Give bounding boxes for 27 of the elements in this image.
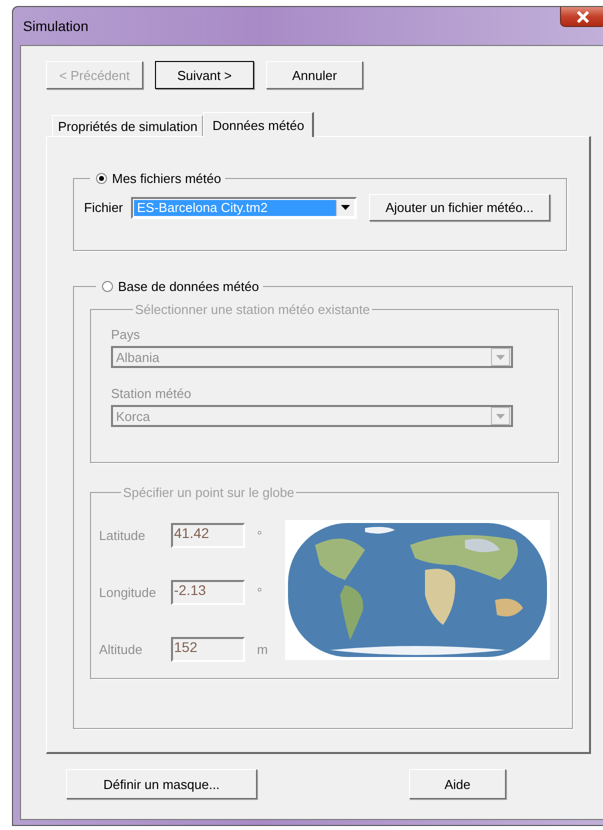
tab[interactable]: Propriétés de simulation bbox=[52, 115, 204, 136]
tab[interactable]: Données météo bbox=[203, 112, 314, 137]
unit-label: ° bbox=[257, 528, 264, 543]
radio-button[interactable] bbox=[96, 173, 107, 184]
unit-label: ° bbox=[257, 585, 264, 600]
field-label: Fichier bbox=[84, 200, 124, 215]
group-title: Sélectionner une station météo existante bbox=[134, 302, 371, 317]
close-button[interactable] bbox=[560, 7, 603, 27]
unit-label: m bbox=[257, 642, 269, 657]
radio-label: Base de données météo bbox=[118, 279, 259, 294]
dropdown-value: ES-Barcelona City.tm2 bbox=[134, 200, 336, 216]
dropdown-value: Korca bbox=[115, 408, 151, 424]
dialog-button[interactable]: Aide bbox=[409, 769, 506, 799]
wizard-button[interactable]: Suivant > bbox=[155, 61, 254, 89]
radio-label: Mes fichiers météo bbox=[112, 171, 222, 186]
close-icon bbox=[576, 10, 590, 22]
wizard-button[interactable]: Annuler bbox=[266, 61, 363, 89]
dialog-button[interactable]: Définir un masque... bbox=[66, 769, 257, 799]
field-label: Latitude bbox=[99, 528, 146, 543]
window-title: Simulation bbox=[22, 18, 88, 34]
field-label: Station météo bbox=[111, 386, 192, 401]
add-file-button[interactable]: Ajouter un fichier météo... bbox=[369, 194, 550, 221]
field-label: Altitude bbox=[99, 642, 144, 657]
field-label: Pays bbox=[111, 327, 141, 342]
field-label: Longitude bbox=[99, 585, 158, 600]
dropdown-value: Albania bbox=[115, 350, 160, 364]
group-title: Spécifier un point sur le globe bbox=[122, 485, 296, 500]
